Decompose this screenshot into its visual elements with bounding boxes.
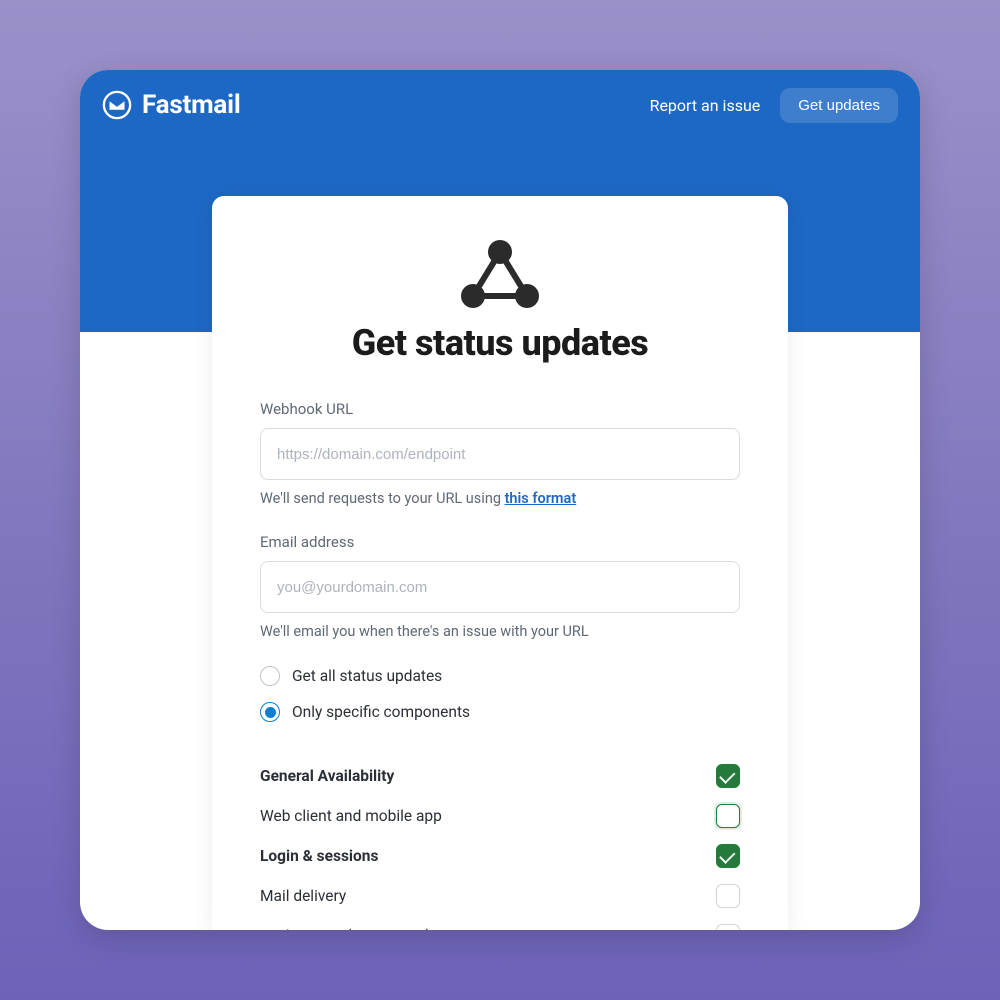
component-row: Web client and mobile app: [260, 796, 740, 836]
component-checkbox[interactable]: [716, 924, 740, 930]
email-help: We'll email you when there's an issue wi…: [260, 623, 740, 640]
get-updates-button[interactable]: Get updates: [780, 88, 898, 123]
email-field: Email address We'll email you when there…: [260, 533, 740, 666]
component-checkbox[interactable]: [716, 844, 740, 868]
brand[interactable]: Fastmail: [102, 90, 241, 120]
radio-selected-icon: [260, 702, 280, 722]
component-checkbox[interactable]: [716, 884, 740, 908]
components-list: General Availability Web client and mobi…: [260, 756, 740, 930]
topbar: Fastmail Report an issue Get updates: [80, 70, 920, 140]
component-row: Mail access (IMAP/POP): [260, 916, 740, 930]
component-label: Mail access (IMAP/POP): [260, 927, 431, 930]
component-row: General Availability: [260, 756, 740, 796]
component-checkbox[interactable]: [716, 804, 740, 828]
webhook-field: Webhook URL We'll send requests to your …: [260, 400, 740, 533]
brand-name: Fastmail: [142, 90, 241, 120]
status-page-panel: Fastmail Report an issue Get updates Get…: [80, 70, 920, 930]
component-label: Web client and mobile app: [260, 807, 442, 825]
email-label: Email address: [260, 533, 740, 551]
fastmail-logo-icon: [102, 90, 132, 120]
component-checkbox[interactable]: [716, 764, 740, 788]
scope-all-label: Get all status updates: [292, 667, 442, 685]
webhook-label: Webhook URL: [260, 400, 740, 418]
component-row: Mail delivery: [260, 876, 740, 916]
scope-all-radio[interactable]: Get all status updates: [260, 666, 740, 686]
email-input[interactable]: [260, 561, 740, 613]
scope-specific-radio[interactable]: Only specific components: [260, 702, 740, 722]
component-label: General Availability: [260, 767, 394, 785]
webhook-help: We'll send requests to your URL using th…: [260, 490, 740, 507]
scope-specific-label: Only specific components: [292, 703, 470, 721]
report-issue-link[interactable]: Report an issue: [650, 96, 761, 115]
updates-card: Get status updates Webhook URL We'll sen…: [212, 196, 788, 930]
webhook-url-input[interactable]: [260, 428, 740, 480]
webhook-format-link[interactable]: this format: [505, 490, 577, 507]
webhook-help-text: We'll send requests to your URL using: [260, 490, 505, 507]
component-label: Mail delivery: [260, 887, 346, 905]
radio-icon: [260, 666, 280, 686]
card-title: Get status updates: [260, 322, 740, 364]
component-row: Login & sessions: [260, 836, 740, 876]
webhook-graph-icon: [455, 236, 545, 312]
component-label: Login & sessions: [260, 847, 378, 865]
